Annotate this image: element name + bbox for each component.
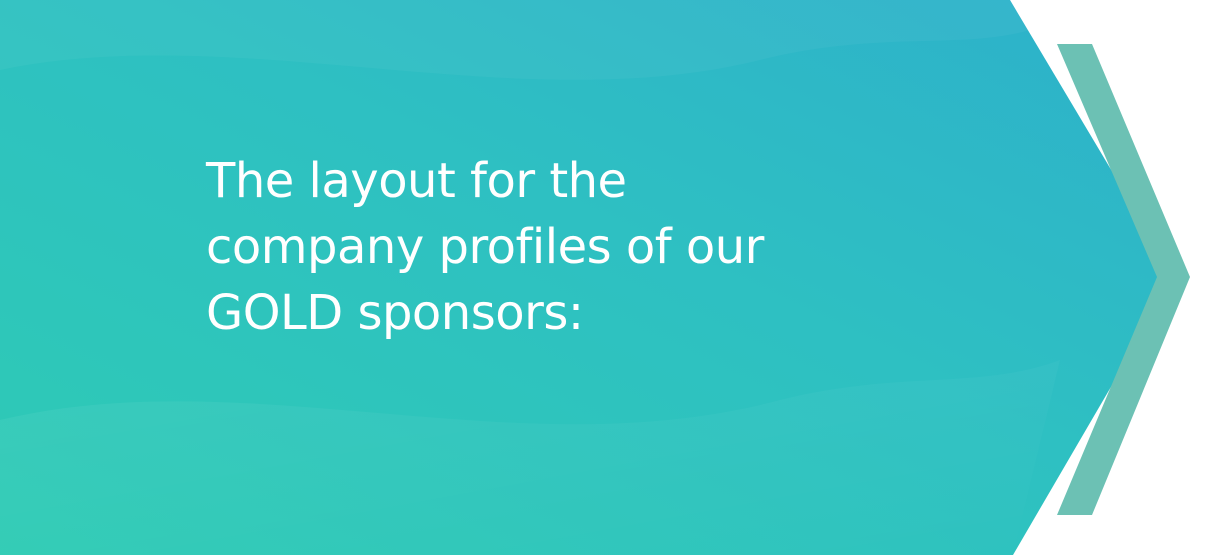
headline-line-1: The layout for the [206,153,627,209]
headline-line-3: GOLD sponsors: [206,285,584,341]
headline: The layout for the company profiles of o… [206,148,966,346]
headline-line-2: company profiles of our [206,219,764,275]
slide: The layout for the company profiles of o… [0,0,1216,555]
